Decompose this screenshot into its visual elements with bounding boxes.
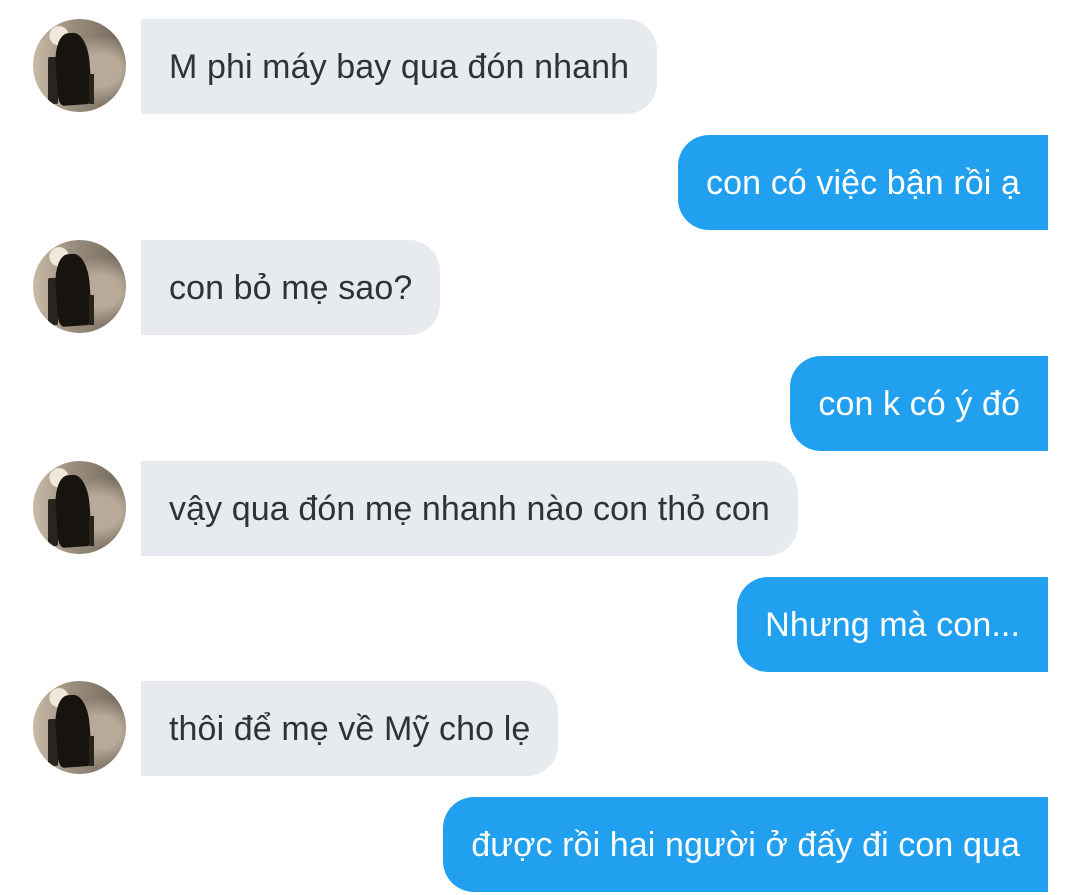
contact-avatar[interactable] bbox=[33, 461, 126, 554]
avatar-chair-leg bbox=[89, 516, 94, 546]
message-text: được rồi hai người ở đấy đi con qua bbox=[471, 825, 1020, 864]
outgoing-message-bubble[interactable]: được rồi hai người ở đấy đi con qua bbox=[443, 797, 1048, 892]
contact-avatar[interactable] bbox=[33, 681, 126, 774]
incoming-message-bubble[interactable]: vậy qua đón mẹ nhanh nào con thỏ con bbox=[141, 461, 798, 556]
incoming-message-bubble[interactable]: M phi máy bay qua đón nhanh bbox=[141, 19, 658, 114]
message-text: con bỏ mẹ sao? bbox=[169, 268, 413, 307]
incoming-message-row: M phi máy bay qua đón nhanh bbox=[0, 19, 1080, 114]
incoming-message-row: con bỏ mẹ sao? bbox=[0, 240, 1080, 335]
contact-avatar[interactable] bbox=[33, 240, 126, 333]
avatar-person-figure bbox=[53, 473, 93, 549]
avatar-chair-leg bbox=[89, 736, 94, 766]
outgoing-message-row: được rồi hai người ở đấy đi con qua bbox=[0, 797, 1080, 892]
avatar-chair-leg bbox=[89, 74, 94, 104]
outgoing-message-bubble[interactable]: Nhưng mà con... bbox=[737, 577, 1048, 672]
message-text: con có việc bận rồi ạ bbox=[706, 163, 1020, 202]
avatar-person-figure bbox=[53, 252, 93, 328]
outgoing-message-row: con k có ý đó bbox=[0, 356, 1080, 451]
incoming-message-row: thôi để mẹ về Mỹ cho lẹ bbox=[0, 681, 1080, 776]
message-text: thôi để mẹ về Mỹ cho lẹ bbox=[169, 709, 531, 748]
message-thread: M phi máy bay qua đón nhanh con có việc … bbox=[0, 0, 1080, 895]
incoming-message-bubble[interactable]: con bỏ mẹ sao? bbox=[141, 240, 441, 335]
message-text: con k có ý đó bbox=[818, 384, 1020, 423]
outgoing-message-bubble[interactable]: con k có ý đó bbox=[790, 356, 1048, 451]
outgoing-message-bubble[interactable]: con có việc bận rồi ạ bbox=[678, 135, 1048, 230]
outgoing-message-row: Nhưng mà con... bbox=[0, 577, 1080, 672]
message-text: M phi máy bay qua đón nhanh bbox=[169, 47, 630, 86]
avatar-person-figure bbox=[53, 31, 93, 107]
avatar-person-figure bbox=[53, 693, 93, 769]
message-text: Nhưng mà con... bbox=[765, 605, 1020, 644]
message-text: vậy qua đón mẹ nhanh nào con thỏ con bbox=[169, 489, 770, 528]
incoming-message-bubble[interactable]: thôi để mẹ về Mỹ cho lẹ bbox=[141, 681, 559, 776]
contact-avatar[interactable] bbox=[33, 19, 126, 112]
outgoing-message-row: con có việc bận rồi ạ bbox=[0, 135, 1080, 230]
avatar-chair-leg bbox=[89, 295, 94, 325]
incoming-message-row: vậy qua đón mẹ nhanh nào con thỏ con bbox=[0, 461, 1080, 556]
